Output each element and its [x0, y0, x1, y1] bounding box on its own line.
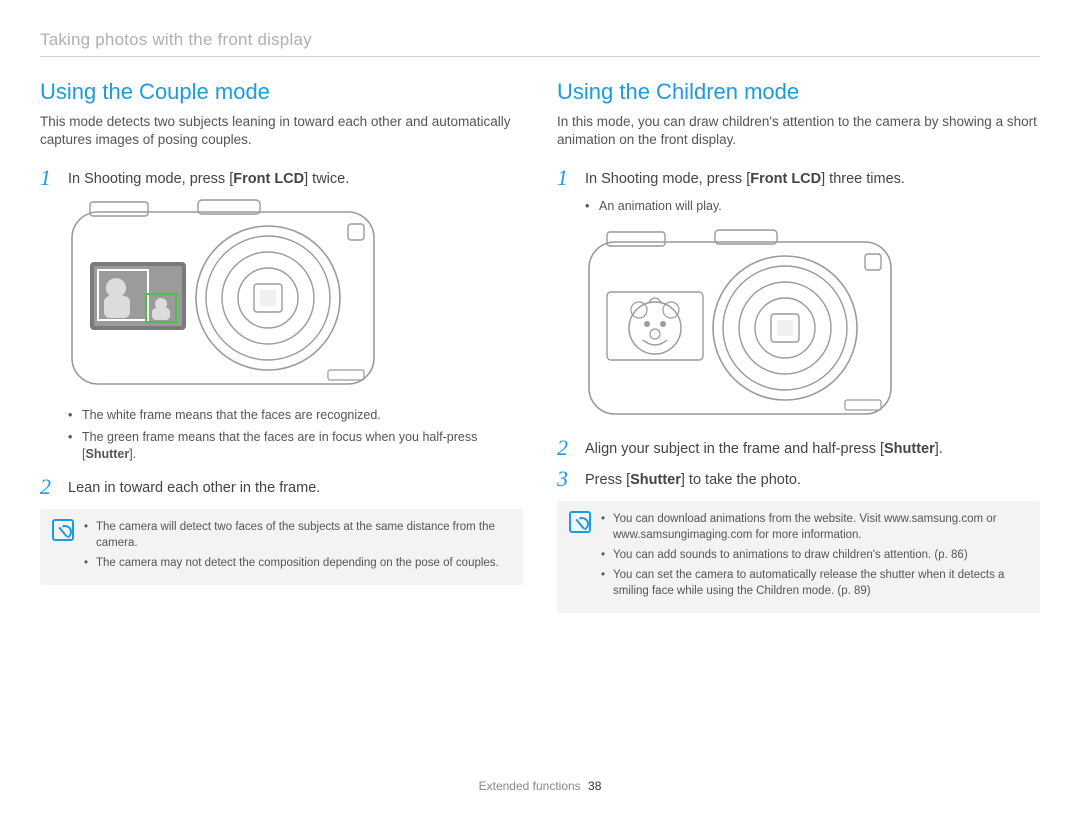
step-text: Press [Shutter] to take the photo. [585, 468, 801, 491]
step-number: 2 [40, 476, 58, 498]
page-footer: Extended functions 38 [0, 779, 1080, 793]
couple-note-list: The camera will detect two faces of the … [84, 519, 511, 575]
divider [40, 56, 1040, 57]
breadcrumb: Taking photos with the front display [40, 30, 1040, 50]
bullet-white-frame: The white frame means that the faces are… [68, 407, 523, 425]
couple-frame-bullets: The white frame means that the faces are… [68, 407, 523, 464]
camera-svg [68, 198, 378, 388]
step-number: 2 [557, 437, 575, 459]
footer-page-number: 38 [588, 779, 601, 793]
children-mode-description: In this mode, you can draw children's at… [557, 113, 1040, 149]
step-number: 3 [557, 468, 575, 490]
note-item: You can add sounds to animations to draw… [601, 547, 1028, 563]
children-mode-heading: Using the Children mode [557, 79, 1040, 105]
couple-note-box: The camera will detect two faces of the … [40, 509, 523, 585]
bullet-green-frame: The green frame means that the faces are… [68, 429, 523, 464]
children-note-list: You can download animations from the web… [601, 511, 1028, 603]
children-sub-bullets: An animation will play. [585, 198, 1040, 216]
two-column-layout: Using the Couple mode This mode detects … [40, 79, 1040, 613]
note-item: The camera may not detect the compositio… [84, 555, 511, 571]
couple-mode-column: Using the Couple mode This mode detects … [40, 79, 523, 613]
camera-svg [585, 228, 895, 418]
children-step-1: 1 In Shooting mode, press [Front LCD] th… [557, 167, 1040, 190]
footer-section-label: Extended functions [479, 779, 581, 793]
manual-page: Taking photos with the front display Usi… [0, 0, 1080, 633]
note-icon [52, 519, 74, 541]
bullet-animation: An animation will play. [585, 198, 1040, 216]
children-step-2: 2 Align your subject in the frame and ha… [557, 437, 1040, 460]
note-item: You can set the camera to automatically … [601, 567, 1028, 599]
note-icon [569, 511, 591, 533]
step-number: 1 [40, 167, 58, 189]
note-item: The camera will detect two faces of the … [84, 519, 511, 551]
camera-illustration-children [585, 228, 1040, 423]
step-text: Lean in toward each other in the frame. [68, 476, 320, 499]
note-item: You can download animations from the web… [601, 511, 1028, 543]
couple-mode-heading: Using the Couple mode [40, 79, 523, 105]
children-note-box: You can download animations from the web… [557, 501, 1040, 613]
children-mode-column: Using the Children mode In this mode, yo… [557, 79, 1040, 613]
step-text: In Shooting mode, press [Front LCD] twic… [68, 167, 349, 190]
couple-mode-description: This mode detects two subjects leaning i… [40, 113, 523, 149]
step-text: In Shooting mode, press [Front LCD] thre… [585, 167, 905, 190]
step-number: 1 [557, 167, 575, 189]
step-text: Align your subject in the frame and half… [585, 437, 943, 460]
couple-step-2: 2 Lean in toward each other in the frame… [40, 476, 523, 499]
camera-illustration-couple [68, 198, 523, 393]
children-step-3: 3 Press [Shutter] to take the photo. [557, 468, 1040, 491]
couple-step-1: 1 In Shooting mode, press [Front LCD] tw… [40, 167, 523, 190]
